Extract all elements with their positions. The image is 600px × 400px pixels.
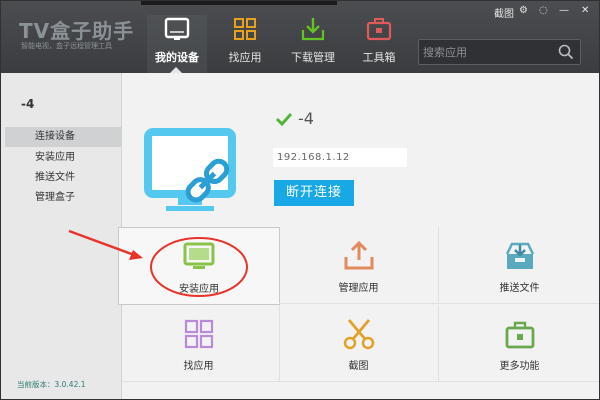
connected-tv-icon [144,128,236,211]
app-logo: TV盒子助手 [19,19,135,43]
sidebar-device-title: -4 [21,97,35,111]
feedback-icon[interactable]: ◌ [539,5,548,16]
inbox-icon [505,242,534,269]
sidebar-item-manage-box[interactable]: 管理盒子 [5,188,121,208]
scissors-icon [343,319,374,350]
search-input[interactable] [423,43,553,61]
search-icon[interactable] [558,44,574,60]
tile-label: 安装应用 [179,284,219,295]
tile-label: 更多功能 [499,361,540,372]
toolbox-icon [366,18,392,41]
disconnect-button[interactable]: 断开连接 [274,180,354,206]
tile-manage-apps[interactable]: 管理应用 [279,227,439,304]
sidebar-item-push-files[interactable]: 推送文件 [5,168,121,188]
tile-label: 找应用 [183,361,214,372]
tile-install-apps[interactable]: 安装应用 [118,227,280,305]
tile-label: 推送文件 [499,283,540,294]
nav-find-apps[interactable]: 找应用 [215,15,275,73]
nav-toolbox[interactable]: 工具箱 [349,15,409,73]
connected-check-icon [275,112,293,127]
tile-find-apps[interactable]: 找应用 [118,305,280,382]
settings-gear-icon[interactable]: ⚙ [519,5,528,16]
sidebar-item-connect-device[interactable]: 连接设备 [5,127,121,147]
tile-more-features[interactable]: 更多功能 [439,305,599,382]
nav-my-devices[interactable]: 我的设备 [147,15,207,73]
tile-label: 管理应用 [338,283,379,294]
search-box [418,39,581,65]
nav-download-manager[interactable]: 下载管理 [283,15,343,73]
main-panel: -4 192.168.1.12 断开连接 安装应用 管理应用 推送文件 找应用 … [118,73,599,399]
tile-label: 截图 [348,361,369,372]
version-label: 当前版本：3.0.42.1 [17,380,86,389]
minimize-icon[interactable]: — [559,5,569,16]
device-name: -4 [298,109,314,128]
download-icon [301,18,325,41]
device-ip: 192.168.1.12 [273,148,407,167]
upload-tray-icon [344,240,373,270]
toolbox-icon [505,321,534,349]
tv-screen-icon [183,242,215,269]
app-slogan: 智能电视，盒子远程管理工具 [21,42,112,50]
grid-icon [234,18,256,40]
nav-label: 下载管理 [291,51,335,64]
nav-label: 找应用 [228,51,262,64]
sidebar-item-install-apps[interactable]: 安装应用 [5,148,121,168]
tablet-icon [164,17,190,40]
grid-icon [184,319,213,349]
app-window: TV盒子助手 智能电视，盒子远程管理工具 我的设备 找应用 下载管理 工具箱 截… [0,0,600,400]
nav-label: 我的设备 [155,51,199,64]
tile-screenshot[interactable]: 截图 [279,305,439,382]
sidebar: -4 连接设备 安装应用 推送文件 管理盒子 当前版本：3.0.42.1 [1,73,122,399]
screenshot-button[interactable]: 截图 [494,5,514,20]
nav-label: 工具箱 [362,51,396,64]
tile-push-files[interactable]: 推送文件 [439,227,599,304]
close-icon[interactable]: ✕ [581,5,589,16]
top-strip [141,1,337,5]
header-bar: TV盒子助手 智能电视，盒子远程管理工具 我的设备 找应用 下载管理 工具箱 截… [1,1,599,73]
